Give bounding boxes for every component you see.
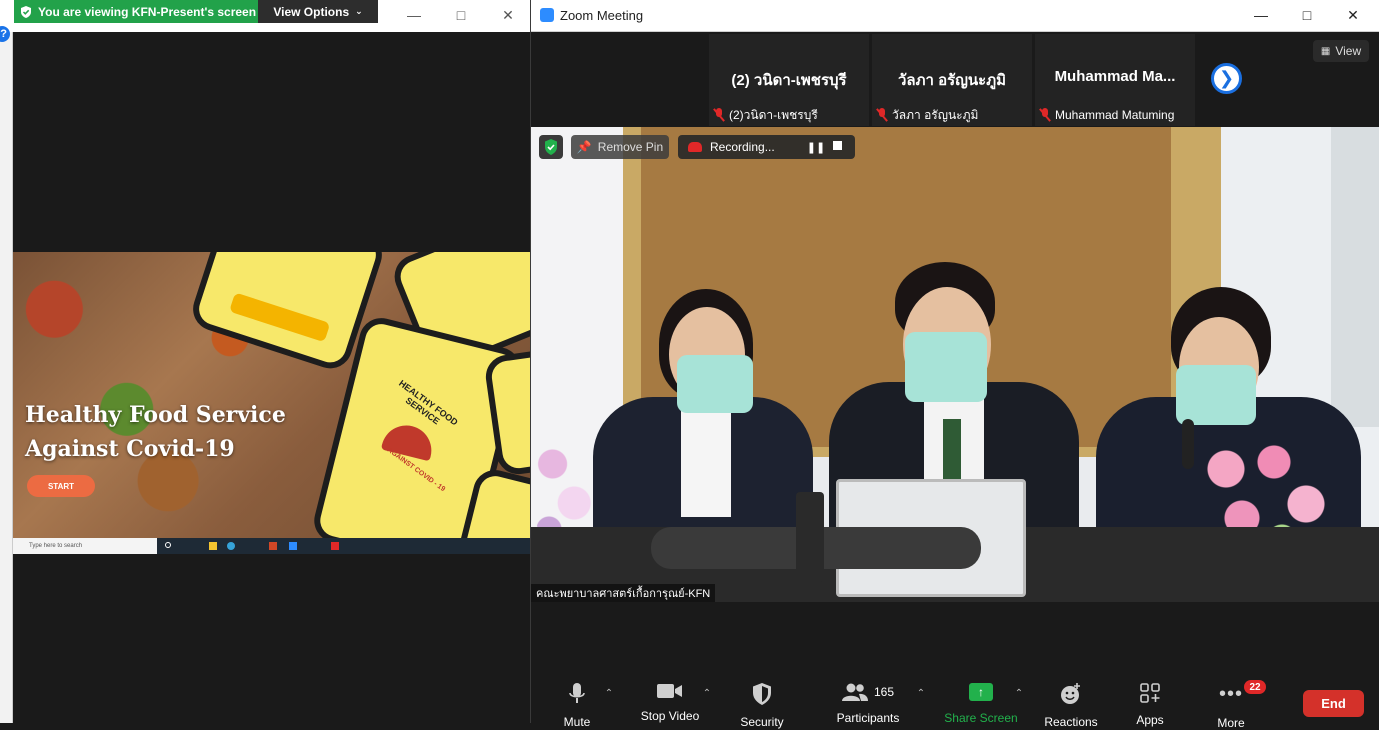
taskbar-pdf-icon xyxy=(331,542,339,550)
participant-label-text: (2)วนิดา-เพชรบุรี xyxy=(729,107,818,122)
participant-label-text: วัลภา อรัญนะภูมิ xyxy=(892,107,979,122)
participants-options-caret-icon[interactable]: ⌃ xyxy=(915,688,927,700)
video-person xyxy=(1176,365,1256,425)
remove-pin-button[interactable]: 📌 Remove Pin xyxy=(571,135,669,159)
participant-display-name: (2) วนิดา-เพชรบุรี xyxy=(731,72,847,89)
audio-options-caret-icon[interactable]: ⌃ xyxy=(603,688,615,700)
zoom-titlebar: Zoom Meeting — □ ✕ xyxy=(531,0,1379,32)
apps-icon xyxy=(1140,683,1160,703)
view-options-button[interactable]: View Options ⌄ xyxy=(258,0,378,23)
video-scene xyxy=(1331,127,1379,427)
reactions-smiley-icon xyxy=(1060,683,1082,705)
stop-video-label: Stop Video xyxy=(640,709,700,723)
apps-button[interactable]: Apps xyxy=(1105,676,1195,727)
share-screen-icon: ↑ xyxy=(969,683,993,701)
recording-label: Recording... xyxy=(710,140,775,154)
slide-title: Healthy Food Service Against Covid-19 xyxy=(25,398,325,466)
more-label: More xyxy=(1217,716,1245,730)
zoom-meeting-window: Zoom Meeting — □ ✕ (2) วนิดา-เพชรบุรี (2… xyxy=(530,0,1379,730)
maximize-button[interactable]: □ xyxy=(1293,4,1321,26)
taskbar-powerpoint-icon xyxy=(269,542,277,550)
pause-recording-icon[interactable]: ❚❚ xyxy=(806,139,826,155)
pin-icon: 📌 xyxy=(576,140,592,154)
reactions-button[interactable]: Reactions xyxy=(1026,676,1116,729)
taskbar-folder-icon xyxy=(209,542,217,550)
video-options-caret-icon[interactable]: ⌃ xyxy=(701,688,713,700)
participant-tile[interactable]: (2) วนิดา-เพชรบุรี (2)วนิดา-เพชรบุรี xyxy=(709,34,869,126)
window-title: Zoom Meeting xyxy=(560,8,644,23)
taskbar-edge-icon xyxy=(227,542,235,550)
participants-count: 165 xyxy=(873,685,895,699)
phone-button-shape xyxy=(229,292,331,343)
participant-name-label: วัลภา อรัญนะภูมิ xyxy=(876,106,978,124)
viewing-screen-banner: You are viewing KFN-Present's screen xyxy=(14,0,258,23)
participant-tile[interactable]: Muhammad Ma... Muhammad Matuming xyxy=(1035,34,1195,126)
shared-screen-content: HEALTHY FOOD SERVICE AGAINST COVID - 19 … xyxy=(13,252,530,538)
mic-muted-icon xyxy=(876,108,888,122)
video-microphone xyxy=(1182,419,1194,469)
view-options-label: View Options xyxy=(273,4,350,19)
taskbar-search: Type here to search xyxy=(13,538,157,554)
video-person xyxy=(943,419,961,479)
minimize-button[interactable]: — xyxy=(1247,4,1275,26)
end-meeting-button[interactable]: End xyxy=(1303,690,1364,717)
mic-muted-icon xyxy=(1039,108,1051,122)
mute-label: Mute xyxy=(563,715,591,729)
security-button[interactable]: Security xyxy=(717,676,807,729)
participant-tile[interactable]: วัลภา อรัญนะภูมิ วัลภา อรัญนะภูมิ xyxy=(872,34,1032,126)
mic-muted-icon xyxy=(713,108,725,122)
reactions-label: Reactions xyxy=(1044,715,1098,729)
remove-pin-label: Remove Pin xyxy=(597,140,664,154)
stop-recording-icon[interactable] xyxy=(833,141,842,150)
video-conference-mic xyxy=(796,492,824,582)
pinned-video[interactable]: 📌 Remove Pin Recording... ❚❚ คณะพยาบาลศา… xyxy=(531,127,1379,602)
start-button: START xyxy=(27,475,95,497)
apps-label: Apps xyxy=(1136,713,1164,727)
microphone-icon xyxy=(569,683,585,705)
more-dots-icon: ••• xyxy=(1218,683,1243,705)
shield-check-icon xyxy=(21,5,31,18)
view-label: View xyxy=(1335,44,1362,58)
slide-title-line1: Healthy Food Service xyxy=(25,402,286,428)
participant-label-text: Muhammad Matuming xyxy=(1055,108,1175,122)
encryption-shield-icon[interactable] xyxy=(539,135,563,159)
zoom-logo-icon xyxy=(540,8,554,22)
maximize-button[interactable]: □ xyxy=(447,4,475,26)
chevron-down-icon: ⌄ xyxy=(355,6,363,16)
participants-icon: 165 xyxy=(841,683,895,701)
participant-name-label: (2)วนิดา-เพชรบุรี xyxy=(713,106,818,124)
video-camera-icon xyxy=(657,683,683,699)
share-options-caret-icon[interactable]: ⌃ xyxy=(1013,688,1025,700)
taskbar-cortana-icon xyxy=(165,542,171,548)
view-button[interactable]: ▦ View xyxy=(1313,40,1369,62)
close-button[interactable]: ✕ xyxy=(494,4,522,26)
slide-title-line2: Against Covid-19 xyxy=(25,436,235,462)
pinned-speaker-name: คณะพยาบาลศาสตร์เกื้อการุณย์-KFN xyxy=(531,584,716,602)
close-button[interactable]: ✕ xyxy=(1339,4,1367,26)
participant-name-label: Muhammad Matuming xyxy=(1039,106,1174,124)
security-shield-icon xyxy=(752,683,772,705)
video-person xyxy=(681,407,731,517)
video-person xyxy=(677,355,753,413)
recording-cloud-icon xyxy=(688,142,702,152)
minimize-button[interactable]: — xyxy=(400,4,428,26)
more-notification-badge: 22 xyxy=(1244,680,1266,694)
banner-text: You are viewing KFN-Present's screen xyxy=(38,4,257,19)
taskbar-zoom-icon xyxy=(289,542,297,550)
participant-display-name: วัลภา อรัญนะภูมิ xyxy=(897,72,1007,89)
video-person xyxy=(905,332,987,402)
next-page-arrow-icon[interactable]: ❯ xyxy=(1211,63,1242,94)
meeting-toolbar: Mute ⌃ Stop Video ⌃ Security 165 Partici… xyxy=(531,676,1379,730)
recording-indicator: Recording... ❚❚ xyxy=(678,135,855,159)
grid-icon: ▦ xyxy=(1320,45,1331,57)
participants-button[interactable]: 165 Participants xyxy=(823,676,913,725)
participant-display-name: Muhammad Ma... xyxy=(1054,68,1176,85)
shared-app-edge xyxy=(0,32,13,723)
security-label: Security xyxy=(740,715,784,729)
shared-taskbar: Type here to search xyxy=(13,538,530,554)
share-viewer-window: You are viewing KFN-Present's screen Vie… xyxy=(0,0,530,723)
